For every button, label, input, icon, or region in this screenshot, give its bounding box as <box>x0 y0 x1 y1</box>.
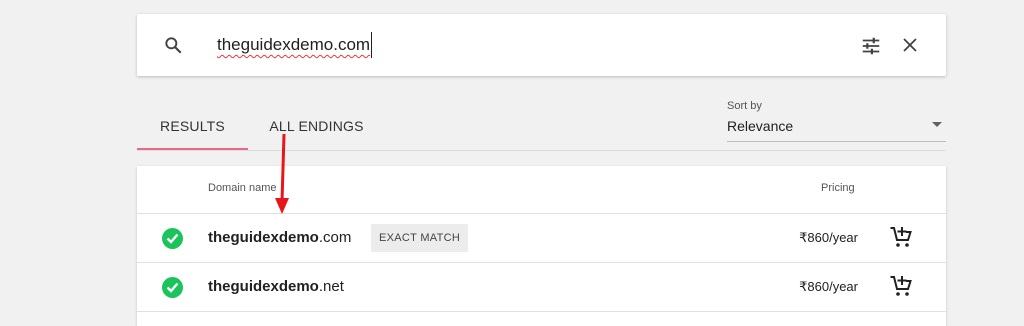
dropdown-caret-icon[interactable] <box>932 122 942 127</box>
domain-name[interactable]: theguidexdemo.net <box>208 278 344 295</box>
add-to-cart-icon[interactable] <box>889 274 913 298</box>
sort-value[interactable]: Relevance <box>727 118 793 134</box>
tune-icon[interactable] <box>860 35 882 57</box>
domain-tld: .com <box>318 229 352 246</box>
domain-sld: theguidexdemo <box>208 278 319 295</box>
column-header-pricing: Pricing <box>821 182 855 194</box>
table-row[interactable]: theguidexdemo.net ₹860/year <box>137 263 946 312</box>
tab-results[interactable]: RESULTS <box>137 99 248 150</box>
tab-all-endings[interactable]: ALL ENDINGS <box>261 99 372 148</box>
add-to-cart-icon[interactable] <box>889 225 913 249</box>
column-header-domain: Domain name <box>208 182 277 194</box>
search-bar: theguidexdemo.com <box>137 14 946 76</box>
domain-price: ₹860/year <box>799 230 858 245</box>
close-icon[interactable] <box>901 36 919 54</box>
domain-tld: .net <box>318 278 344 295</box>
search-input[interactable]: theguidexdemo.com <box>217 32 373 58</box>
results-header: Domain name Pricing <box>137 166 946 214</box>
checkmark-icon <box>162 228 183 249</box>
results-table: Domain name Pricing theguidexdemo.com EX… <box>137 166 946 326</box>
domain-name[interactable]: theguidexdemo.com <box>208 229 351 246</box>
domain-sld: theguidexdemo <box>208 229 319 246</box>
sort-label: Sort by <box>727 100 762 112</box>
search-icon[interactable] <box>163 35 183 55</box>
checkmark-icon <box>162 277 183 298</box>
exact-match-badge: EXACT MATCH <box>371 224 469 252</box>
table-row[interactable]: theguidexdemo.com EXACT MATCH ₹860/year <box>137 214 946 263</box>
sort-dropdown[interactable]: Sort by Relevance <box>727 100 946 142</box>
domain-price: ₹860/year <box>799 279 858 294</box>
